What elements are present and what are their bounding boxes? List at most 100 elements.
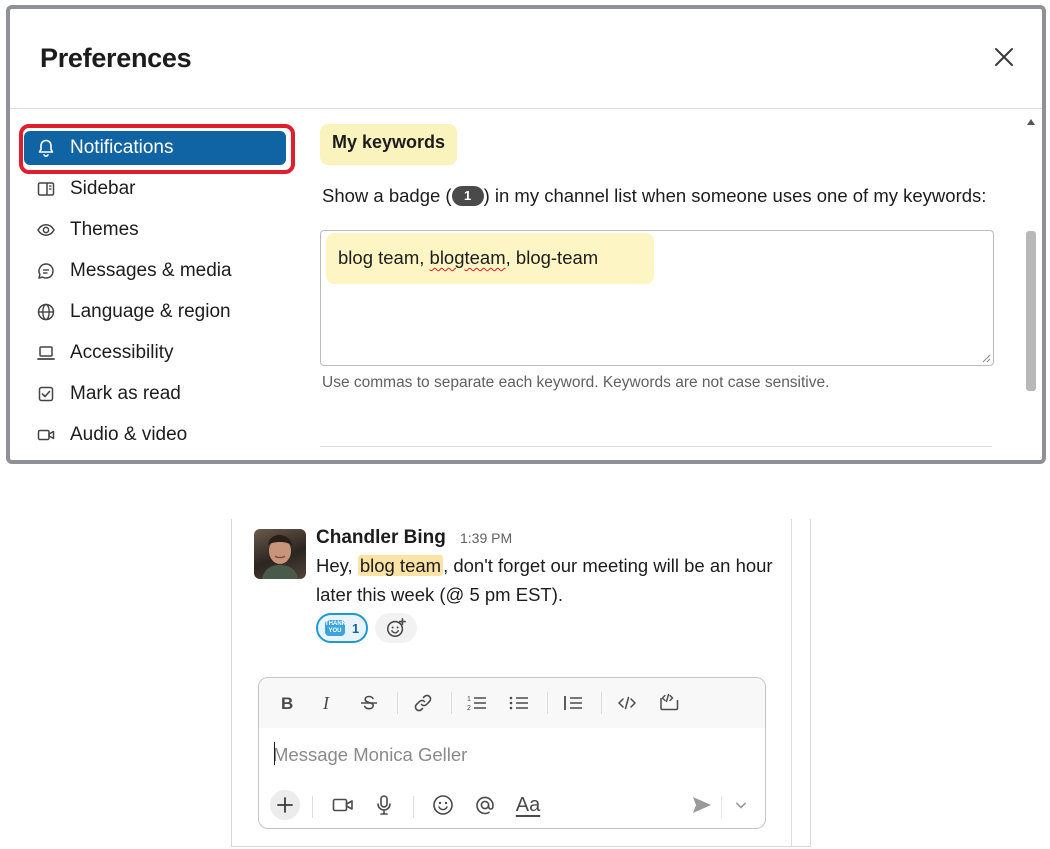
reaction-count: 1 xyxy=(352,620,360,636)
content-scrollbar[interactable] xyxy=(1026,113,1036,460)
keywords-heading: My keywords xyxy=(320,124,458,165)
svg-text:2: 2 xyxy=(467,705,471,712)
schedule-send-button[interactable] xyxy=(731,790,751,820)
message-input[interactable] xyxy=(273,740,743,770)
code-block-button[interactable] xyxy=(657,691,681,715)
keywords-description: Show a badge (1) in my channel list when… xyxy=(320,181,1000,210)
globe-icon xyxy=(36,302,56,322)
nav-label: Sidebar xyxy=(70,177,136,199)
section-divider xyxy=(320,446,992,447)
preferences-dialog: Preferences Notifications Sidebar Themes xyxy=(6,5,1046,464)
resize-grip-icon[interactable] xyxy=(981,353,991,363)
send-icon xyxy=(693,797,711,813)
video-icon xyxy=(332,798,353,812)
code-icon xyxy=(618,696,636,710)
text-caret xyxy=(274,742,275,765)
send-button[interactable] xyxy=(689,790,715,820)
format-toggle-icon[interactable]: Aa xyxy=(513,790,543,820)
nav-item-messages-media[interactable]: Messages & media xyxy=(10,250,300,291)
link-button[interactable] xyxy=(411,691,435,715)
message-icon xyxy=(36,261,56,281)
video-clip-button[interactable] xyxy=(329,790,357,820)
nav-item-notifications[interactable]: Notifications xyxy=(10,127,300,168)
italic-icon: I xyxy=(322,693,330,713)
ordered-list-button[interactable]: 12 xyxy=(465,691,489,715)
keyword-value-part1: blog team, xyxy=(338,247,430,268)
nav-label: Accessibility xyxy=(70,341,174,363)
scroll-thumb[interactable] xyxy=(1026,231,1036,391)
close-button[interactable] xyxy=(990,43,1018,71)
bullet-list-icon xyxy=(509,696,528,710)
keyword-value-part2: , blog-team xyxy=(505,247,599,268)
nav-item-sidebar[interactable]: Sidebar xyxy=(10,168,300,209)
keywords-value: blog team, blogteam, blog-team xyxy=(326,233,655,284)
panel-scroll-edge xyxy=(791,519,792,846)
nav-label: Themes xyxy=(70,218,139,240)
plus-icon xyxy=(277,797,293,813)
bullet-list-button[interactable] xyxy=(507,691,531,715)
message-panel: Chandler Bing 1:39 PM Hey, blog team, do… xyxy=(231,519,811,847)
checkbox-icon xyxy=(36,384,56,404)
svg-text:1: 1 xyxy=(467,696,471,703)
composer-actions: Aa xyxy=(259,786,765,826)
laptop-icon xyxy=(36,343,56,363)
nav-label: Messages & media xyxy=(70,259,232,281)
badge-sample: 1 xyxy=(451,186,484,206)
emoji-icon xyxy=(433,795,453,815)
link-icon xyxy=(414,694,432,712)
audio-clip-button[interactable] xyxy=(371,790,397,820)
scroll-up-arrow-icon[interactable] xyxy=(1027,119,1035,125)
nav-item-accessibility[interactable]: Accessibility xyxy=(10,332,300,373)
nav-label: Language & region xyxy=(70,300,231,322)
preferences-nav: Notifications Sidebar Themes Messages & … xyxy=(10,127,300,455)
avatar[interactable] xyxy=(254,529,306,579)
keywords-textarea[interactable]: blog team, blogteam, blog-team xyxy=(320,230,994,366)
nav-label: Notifications xyxy=(70,136,174,158)
code-button[interactable] xyxy=(615,691,639,715)
formatting-toolbar: B I 12 xyxy=(259,678,765,728)
close-icon xyxy=(995,48,1013,66)
italic-button[interactable]: I xyxy=(317,691,339,715)
toolbar-separator xyxy=(397,692,398,714)
bold-icon: B xyxy=(281,694,293,713)
toolbar-separator xyxy=(601,692,602,714)
keyword-misspelled: blogteam xyxy=(429,247,506,268)
toolbar-separator xyxy=(547,692,548,714)
strikethrough-button[interactable] xyxy=(357,691,381,715)
reaction-thank-you[interactable]: THANK YOU 1 xyxy=(316,613,368,643)
message-composer: B I 12 Message Monica Geller Aa xyxy=(258,677,766,829)
attach-button[interactable] xyxy=(270,790,300,820)
add-emoji-icon xyxy=(386,618,406,638)
keywords-hint: Use commas to separate each keyword. Key… xyxy=(322,374,830,391)
add-reaction-button[interactable] xyxy=(375,613,417,643)
nav-label: Mark as read xyxy=(70,382,181,404)
message-timestamp[interactable]: 1:39 PM xyxy=(460,530,512,546)
emoji-button[interactable] xyxy=(429,790,457,820)
nav-item-audio-video[interactable]: Audio & video xyxy=(10,414,300,455)
nav-item-language-region[interactable]: Language & region xyxy=(10,291,300,332)
nav-item-mark-as-read[interactable]: Mark as read xyxy=(10,373,300,414)
actions-separator xyxy=(413,796,414,818)
blockquote-button[interactable] xyxy=(561,691,585,715)
keywords-section: My keywords Show a badge (1) in my chann… xyxy=(320,124,1000,392)
desc-before: Show a badge ( xyxy=(322,185,452,206)
message-text: Hey, blog team, don't forget our meeting… xyxy=(316,551,776,609)
sender-name[interactable]: Chandler Bing xyxy=(316,527,446,549)
actions-separator xyxy=(312,796,313,818)
dialog-header: Preferences xyxy=(10,9,1042,109)
keyword-highlight: blog team xyxy=(357,555,444,576)
nav-item-themes[interactable]: Themes xyxy=(10,209,300,250)
mention-button[interactable] xyxy=(471,790,499,820)
ordered-list-icon: 12 xyxy=(467,696,486,712)
mention-icon xyxy=(476,796,494,815)
code-block-icon xyxy=(660,693,679,711)
message-text-before: Hey, xyxy=(316,555,358,576)
dialog-title: Preferences xyxy=(40,43,192,73)
sidebar-icon xyxy=(36,179,56,199)
video-icon xyxy=(36,425,56,445)
avatar-photo xyxy=(262,534,298,579)
bold-button[interactable]: B xyxy=(277,691,299,715)
strikethrough-icon xyxy=(361,695,377,710)
svg-text:I: I xyxy=(322,693,330,713)
thank-you-emoji-icon: THANK YOU xyxy=(325,620,346,636)
